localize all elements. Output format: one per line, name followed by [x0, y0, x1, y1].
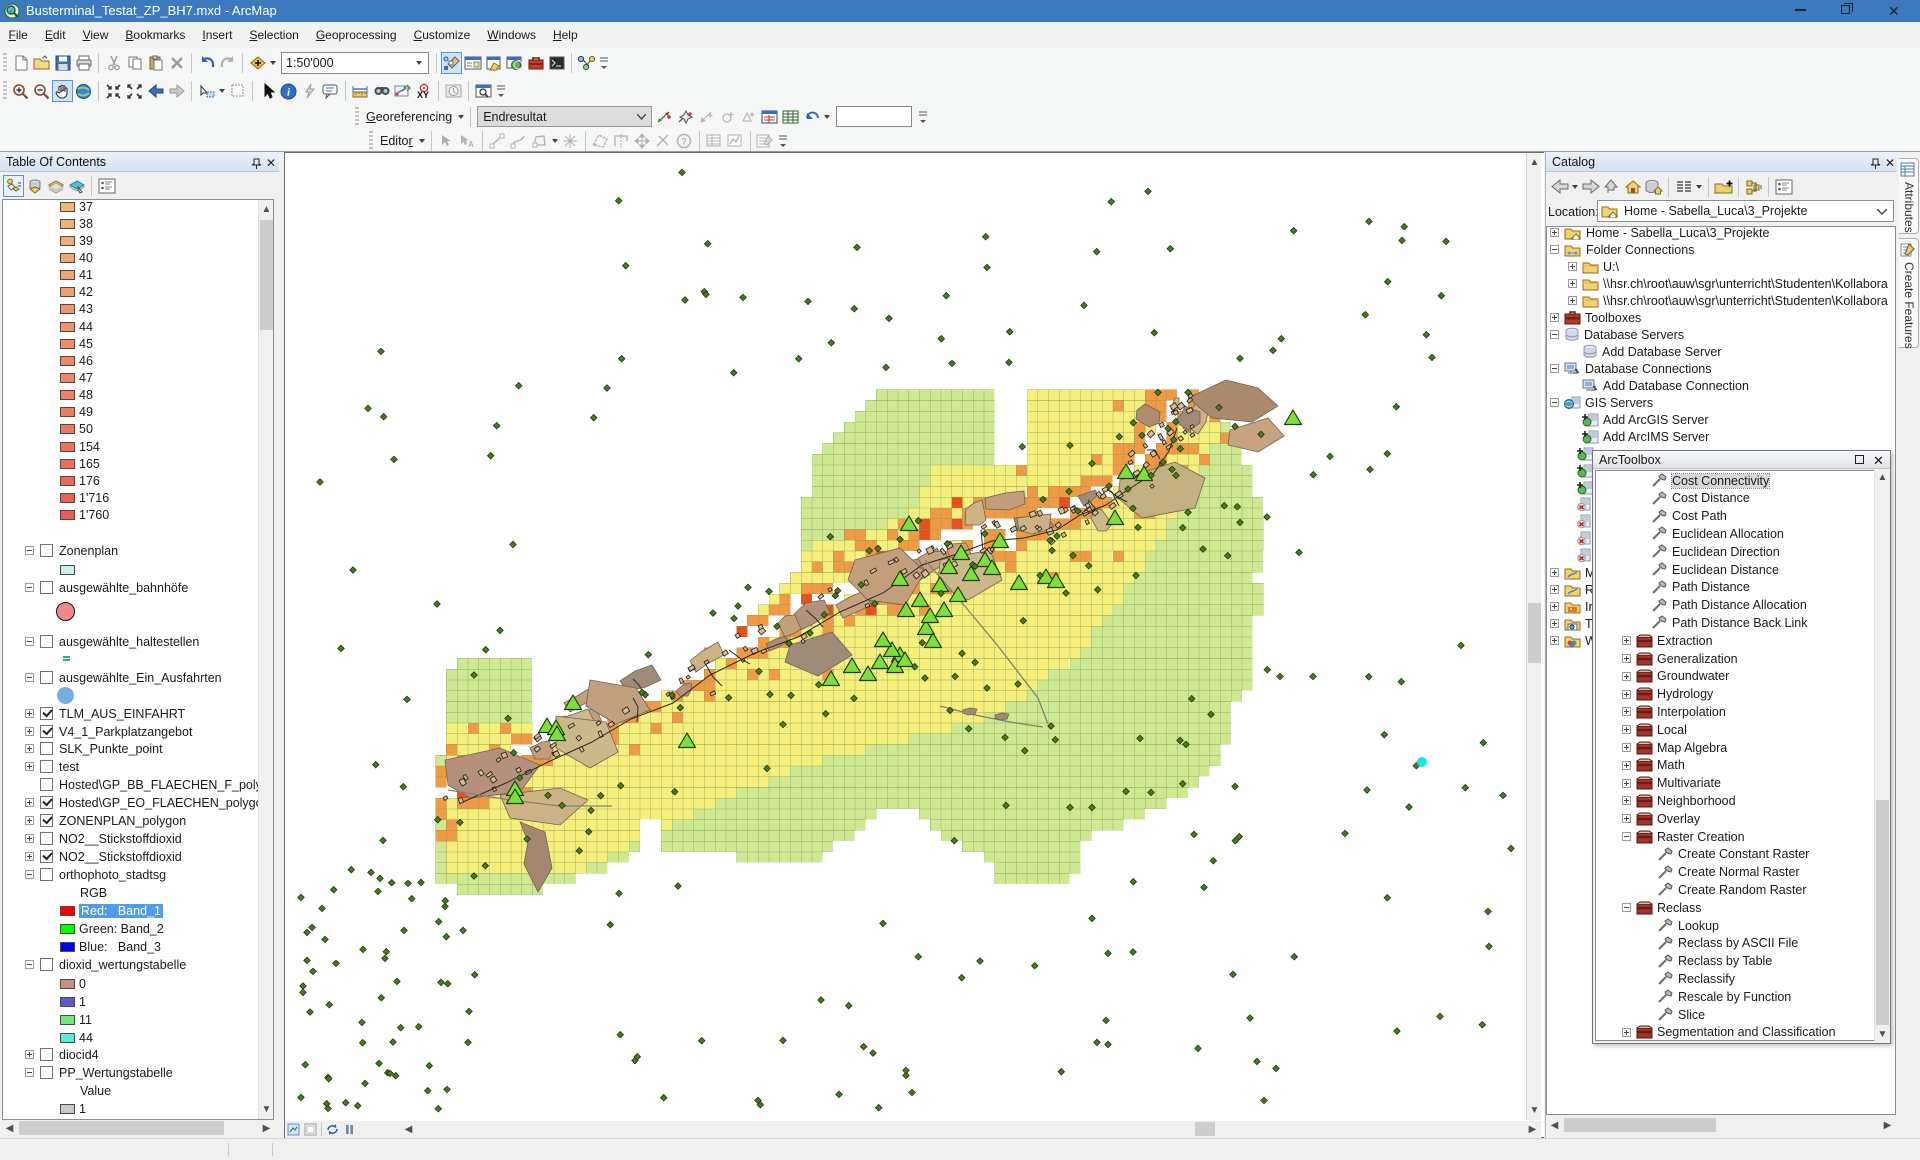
svg-text:XY: XY — [417, 90, 429, 99]
svg-text:?: ? — [681, 136, 687, 146]
svg-text:A: A — [468, 140, 474, 149]
